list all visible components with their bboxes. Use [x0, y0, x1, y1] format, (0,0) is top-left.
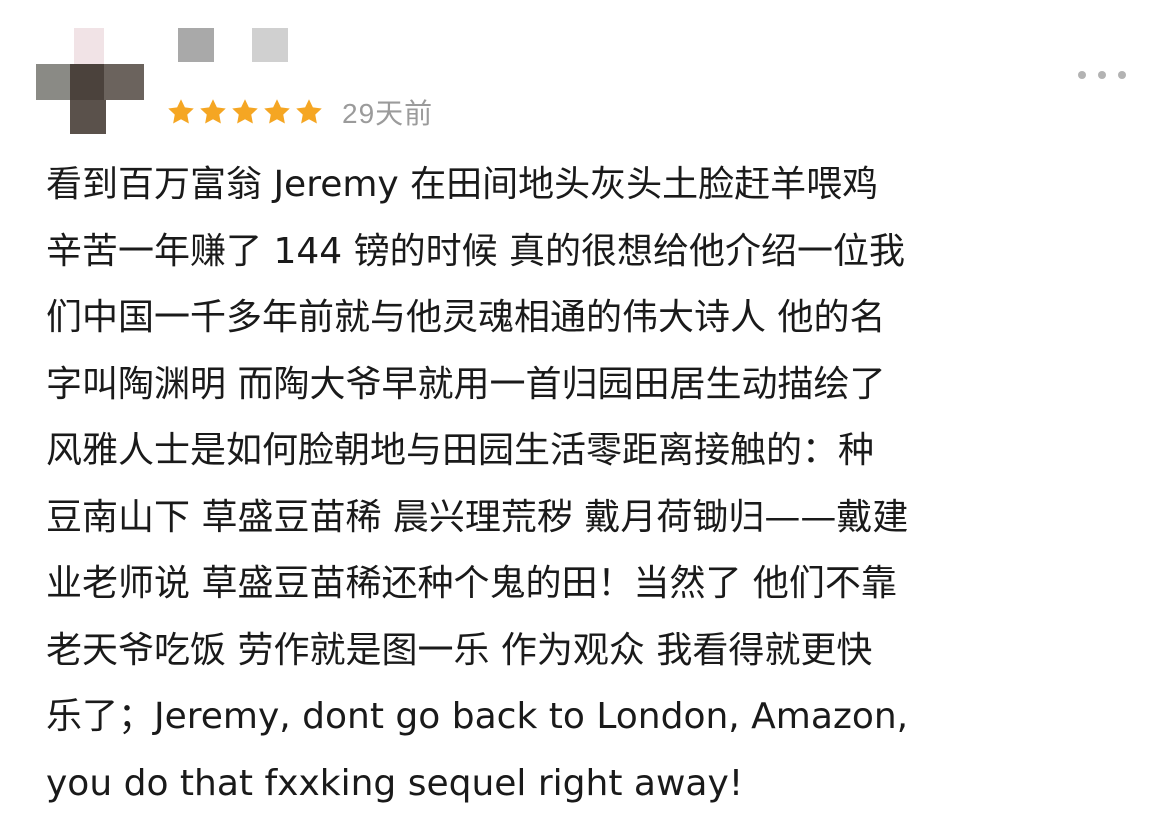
review-text-line: 业老师说 草盛豆苗稀还种个鬼的田！当然了 他们不靠 [46, 563, 897, 604]
avatar[interactable] [36, 24, 148, 136]
review-text-line: you do that fxxking sequel right away! [46, 762, 744, 804]
star-icon [264, 99, 290, 124]
star-icon [200, 99, 226, 124]
review-text-line: 们中国一千多年前就与他灵魂相通的伟大诗人 他的名 [46, 297, 886, 338]
review-date: 29天前 [342, 98, 434, 129]
avatar-pixel-block [104, 64, 144, 100]
rating-row: 29天前 [166, 92, 433, 132]
review-text: 看到百万富翁 Jeremy 在田间地头灰头土脸赶羊喂鸡 辛苦一年赚了 144 镑的… [46, 152, 1136, 817]
review-text-line: 字叫陶渊明 而陶大爷早就用一首归园田居生动描绘了 [46, 363, 886, 405]
avatar-pixel-block [70, 100, 106, 134]
avatar-pixel-block [36, 64, 72, 100]
review-header: 29天前 [0, 0, 1170, 140]
review-text-line: 豆南山下 草盛豆苗稀 晨兴理荒秽 戴月荷锄归——戴建 [46, 496, 909, 538]
review-text-line: 辛苦一年赚了 144 镑的时候 真的很想给他介绍一位我 [46, 230, 906, 272]
star-icon [232, 99, 258, 124]
review-text-line: 风雅人士是如何脸朝地与田园生活零距离接触的：种 [46, 430, 875, 471]
review-text-line: 乐了；Jeremy, dont go back to London, Amazo… [46, 696, 909, 737]
more-horizontal-icon [1118, 71, 1126, 79]
avatar-pixel-block [74, 28, 104, 68]
review-text-line: 看到百万富翁 Jeremy 在田间地头灰头土脸赶羊喂鸡 [46, 164, 879, 205]
star-icon [296, 99, 322, 124]
more-options-button[interactable] [1078, 60, 1126, 90]
star-rating [166, 97, 326, 127]
more-horizontal-icon [1078, 71, 1086, 79]
more-horizontal-icon [1098, 71, 1106, 79]
username-pixel-block [252, 28, 288, 62]
review-text-line: 老天爷吃饭 劳作就是图一乐 作为观众 我看得就更快 [46, 629, 873, 671]
star-icon [168, 99, 194, 124]
username-pixel-block [178, 28, 214, 62]
